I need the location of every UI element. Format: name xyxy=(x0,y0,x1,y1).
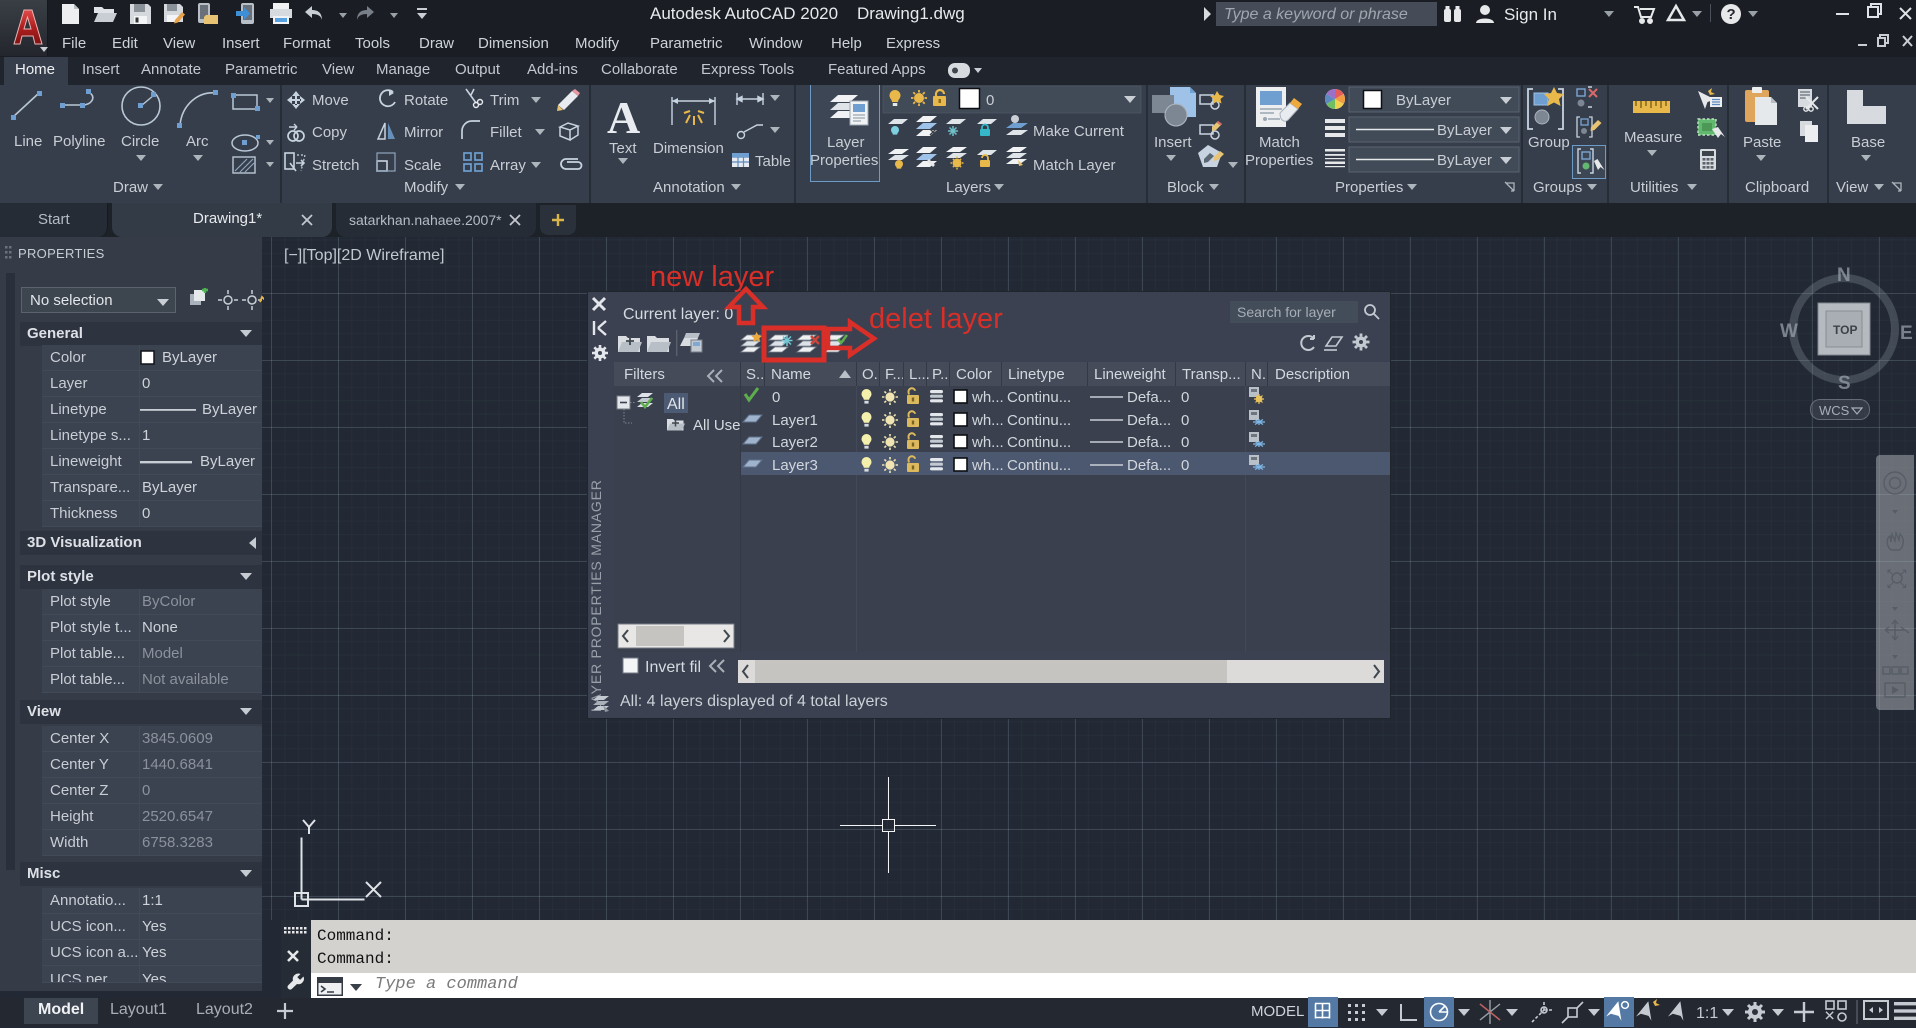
svg-text:Layer: Layer xyxy=(827,134,865,151)
svg-text:0: 0 xyxy=(1181,434,1189,451)
svg-text:Defa...: Defa... xyxy=(1127,389,1171,406)
svg-text:Transp...: Transp... xyxy=(1182,366,1241,383)
svg-text:wh...: wh... xyxy=(971,389,1004,406)
svg-text:Continu...: Continu... xyxy=(1007,434,1071,451)
svg-text:0: 0 xyxy=(1181,457,1189,474)
svg-text:Move: Move xyxy=(312,92,349,109)
svg-text:Base: Base xyxy=(1851,134,1885,151)
svg-text:Make Current: Make Current xyxy=(1033,123,1125,140)
svg-text:Properties: Properties xyxy=(1245,152,1313,169)
svg-text:Clipboard: Clipboard xyxy=(1745,179,1809,196)
svg-text:Dimension: Dimension xyxy=(653,140,724,157)
svg-text:Layer2: Layer2 xyxy=(772,434,818,451)
svg-text:0: 0 xyxy=(772,389,780,406)
svg-text:delet layer: delet layer xyxy=(869,303,1003,335)
svg-text:Text: Text xyxy=(609,140,637,157)
svg-text:Modify: Modify xyxy=(404,179,449,196)
svg-text:Insert: Insert xyxy=(1154,134,1192,151)
svg-text:Properties: Properties xyxy=(810,152,878,169)
svg-text:E: E xyxy=(1900,323,1913,344)
svg-text:Layer3: Layer3 xyxy=(772,457,818,474)
svg-text:Match: Match xyxy=(1259,134,1300,151)
svg-text:Measure: Measure xyxy=(1624,129,1682,146)
svg-text:Defa...: Defa... xyxy=(1127,434,1171,451)
svg-text:Annotation: Annotation xyxy=(653,179,725,196)
svg-text:ByLayer: ByLayer xyxy=(1437,152,1492,169)
svg-text:A: A xyxy=(607,92,640,143)
svg-text:TOP: TOP xyxy=(1833,323,1857,337)
svg-text:Invert fil: Invert fil xyxy=(645,659,701,676)
svg-text:Fillet: Fillet xyxy=(490,124,523,141)
svg-text:Line: Line xyxy=(14,133,42,150)
svg-text:N: N xyxy=(1837,265,1851,286)
svg-text:Properties: Properties xyxy=(1335,179,1403,196)
svg-text:?: ? xyxy=(1727,6,1736,23)
svg-text:1:1: 1:1 xyxy=(1696,1005,1718,1022)
svg-text:LAYER PROPERTIES MANAGER: LAYER PROPERTIES MANAGER xyxy=(588,479,604,712)
svg-text:S: S xyxy=(1838,373,1851,394)
svg-text:Continu...: Continu... xyxy=(1007,457,1071,474)
svg-text:Trim: Trim xyxy=(490,92,519,109)
svg-text:Mirror: Mirror xyxy=(404,124,443,141)
svg-text:Scale: Scale xyxy=(404,157,442,174)
svg-text:Continu...: Continu... xyxy=(1007,389,1071,406)
svg-text:Paste: Paste xyxy=(1743,134,1781,151)
svg-text:Copy: Copy xyxy=(312,124,348,141)
svg-text:Arc: Arc xyxy=(186,133,209,150)
svg-text:N.: N. xyxy=(1251,366,1266,383)
svg-text:Stretch: Stretch xyxy=(312,157,360,174)
svg-text:Defa...: Defa... xyxy=(1127,457,1171,474)
svg-text:Circle: Circle xyxy=(121,133,159,150)
svg-text:Draw: Draw xyxy=(113,179,148,196)
svg-text:Search for layer: Search for layer xyxy=(1237,304,1336,320)
svg-text:Description: Description xyxy=(1275,366,1350,383)
svg-text:Defa...: Defa... xyxy=(1127,412,1171,429)
svg-text:Table: Table xyxy=(755,153,791,170)
svg-text:new layer: new layer xyxy=(650,261,774,293)
svg-text:ByLayer: ByLayer xyxy=(1437,122,1492,139)
svg-text:Group: Group xyxy=(1528,134,1570,151)
svg-text:W: W xyxy=(1780,321,1798,342)
svg-text:Groups: Groups xyxy=(1533,179,1582,196)
svg-text:0: 0 xyxy=(986,92,994,109)
svg-text:Layer1: Layer1 xyxy=(772,412,818,429)
svg-text:Type a keyword or phrase: Type a keyword or phrase xyxy=(1224,6,1408,23)
svg-text:Layers: Layers xyxy=(946,179,991,196)
svg-text:Sign In: Sign In xyxy=(1504,5,1557,24)
svg-text:All: All xyxy=(667,396,685,413)
svg-text:Continu...: Continu... xyxy=(1007,412,1071,429)
svg-text:ByLayer: ByLayer xyxy=(1396,92,1451,109)
svg-text:Array: Array xyxy=(490,157,526,174)
svg-text:wh...: wh... xyxy=(971,412,1004,429)
svg-text:0: 0 xyxy=(1181,412,1189,429)
svg-text:Block: Block xyxy=(1167,179,1204,196)
svg-text:All: 4 layers displayed of 4 t: All: 4 layers displayed of 4 total layer… xyxy=(620,693,888,710)
svg-text:0: 0 xyxy=(1181,389,1189,406)
svg-text:All Use: All Use xyxy=(693,417,741,434)
svg-text:wh...: wh... xyxy=(971,457,1004,474)
svg-text:Match Layer: Match Layer xyxy=(1033,157,1116,174)
svg-text:View: View xyxy=(1836,179,1868,196)
svg-text:Utilities: Utilities xyxy=(1630,179,1678,196)
svg-text:Rotate: Rotate xyxy=(404,92,448,109)
svg-text:Polyline: Polyline xyxy=(53,133,106,150)
svg-text:wh...: wh... xyxy=(971,434,1004,451)
